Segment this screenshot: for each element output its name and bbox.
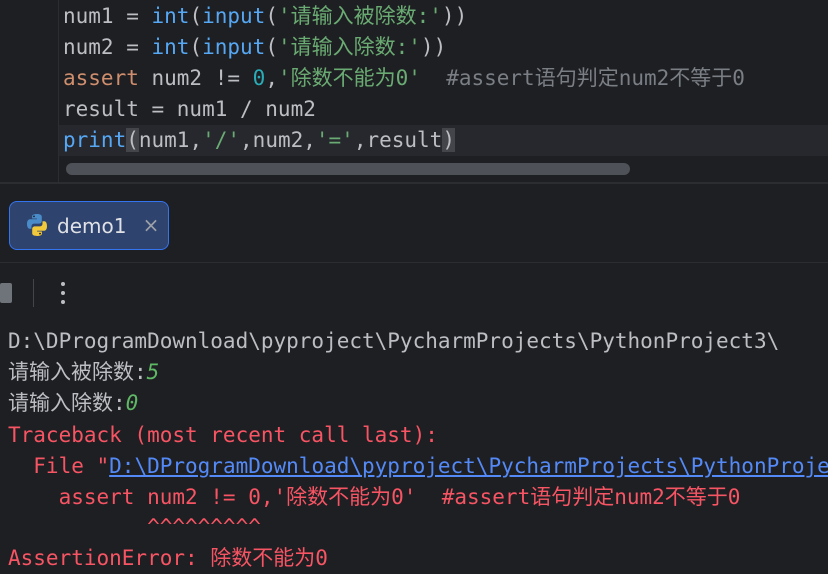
code-token: num2 !=	[138, 66, 253, 90]
file-link[interactable]: D:\DProgramDownload\pyproject\PycharmPro…	[109, 454, 828, 478]
code-token: num1,	[138, 128, 203, 152]
code-token: '='	[315, 128, 354, 152]
code-token: assert	[63, 66, 139, 90]
code-token: '请输入被除数:'	[277, 4, 442, 28]
code-token: int	[151, 35, 190, 59]
code-token: num1 =	[63, 4, 152, 28]
code-token: ))	[441, 4, 468, 28]
file-prefix: File "	[8, 454, 110, 478]
more-vertical-icon[interactable]	[56, 278, 70, 308]
stop-icon[interactable]	[0, 283, 12, 303]
console-command-path: D:\DProgramDownload\pyproject\PycharmPro…	[8, 329, 780, 353]
python-icon	[27, 214, 47, 236]
code-line-3[interactable]: assert num2 != 0,'除数不能为0' #assert语句判定num…	[63, 63, 745, 93]
code-token: print	[63, 128, 127, 152]
toolbar-separator	[33, 279, 34, 307]
code-token: (	[265, 4, 278, 28]
code-token: ))	[420, 35, 447, 59]
user-input: 0	[125, 391, 139, 415]
code-token: '/'	[202, 128, 241, 152]
console-prompt-dividend: 请输入被除数:5	[8, 357, 159, 388]
close-icon[interactable]: ×	[142, 212, 160, 238]
code-token: (	[189, 4, 203, 28]
code-line-5[interactable]: print(num1,'/',num2,'=',result)	[63, 125, 455, 155]
traceback-source-line: assert num2 != 0,'除数不能为0' #assert语句判定num…	[8, 485, 741, 509]
code-token: ,num2,	[240, 128, 316, 152]
code-line-4[interactable]: result = num1 / num2	[63, 94, 316, 124]
code-token: input	[202, 35, 266, 59]
console-prompt-divisor: 请输入除数:0	[8, 388, 138, 419]
code-token: (	[265, 35, 278, 59]
assertion-error: AssertionError: 除数不能为0	[8, 546, 328, 570]
matched-paren: )	[442, 128, 455, 152]
code-line-2[interactable]: num2 = int(input('请输入除数:'))	[63, 32, 446, 62]
code-token: num2 =	[63, 35, 152, 59]
code-token: (	[189, 35, 203, 59]
code-token: result = num1 / num2	[63, 97, 316, 121]
user-input: 5	[146, 360, 160, 384]
toolbar-divider	[0, 262, 828, 263]
code-token: input	[202, 4, 266, 28]
traceback-carets: ^^^^^^^^^	[8, 515, 261, 539]
code-token: int	[151, 4, 190, 28]
matched-paren: (	[126, 128, 139, 152]
code-token: 0	[252, 66, 266, 90]
prompt-text: 请输入除数:	[8, 391, 126, 415]
traceback-file-line: File "D:\DProgramDownload\pyproject\Pych…	[8, 451, 828, 482]
code-token: ,result	[353, 128, 443, 152]
horizontal-scrollbar[interactable]	[66, 163, 630, 175]
code-editor[interactable]: num1 = int(input('请输入被除数:')) num2 = int(…	[0, 0, 828, 182]
code-token: ,	[265, 66, 278, 90]
code-token: '除数不能为0'	[277, 66, 421, 90]
traceback-header: Traceback (most recent call last):	[8, 423, 438, 447]
prompt-text: 请输入被除数:	[8, 360, 147, 384]
code-line-1[interactable]: num1 = int(input('请输入被除数:'))	[63, 1, 467, 31]
code-comment: #assert语句判定num2不等于0	[446, 66, 745, 90]
code-token: '请输入除数:'	[277, 35, 421, 59]
run-tab-label: demo1	[57, 214, 127, 238]
